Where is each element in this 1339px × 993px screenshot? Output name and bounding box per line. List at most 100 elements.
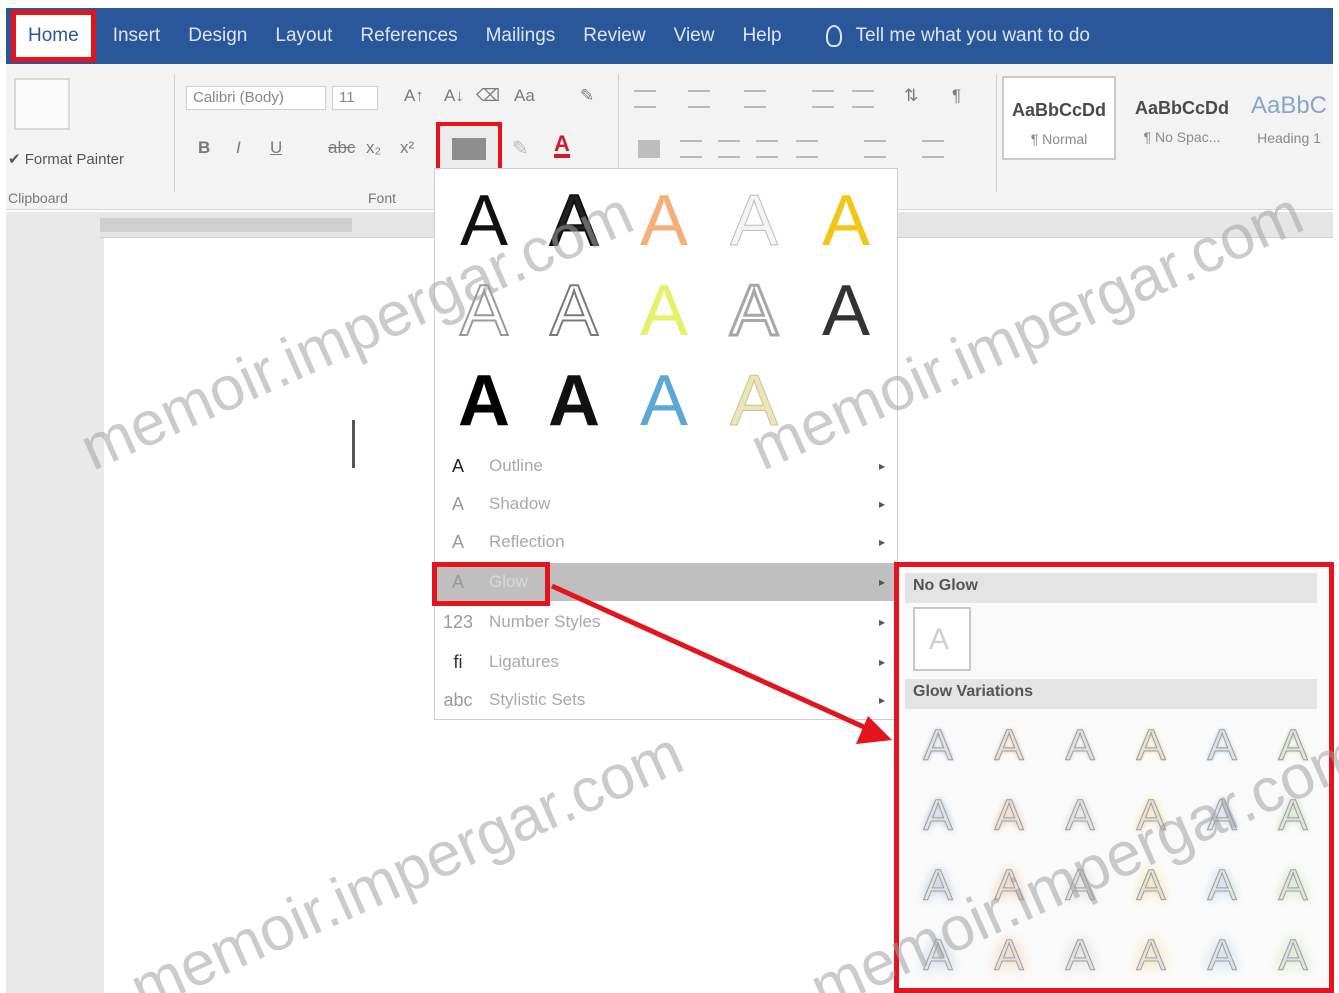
multilevel-list-icon[interactable] [744, 90, 766, 108]
effect-style-fill-blue[interactable]: A [629, 357, 699, 445]
tab-design[interactable]: Design [174, 8, 261, 64]
italic-icon[interactable]: I [236, 138, 241, 158]
glow-variation-option[interactable]: A [1051, 925, 1109, 987]
glow-variation-option[interactable]: A [909, 785, 967, 847]
ribbon-tabs: Home Insert Design Layout References Mai… [6, 8, 1090, 64]
menu-item-label: Number Styles [489, 612, 601, 631]
chevron-right-icon: ▸ [878, 497, 885, 511]
menu-item-ligatures[interactable]: fi Ligatures ▸ [435, 643, 897, 681]
bullets-icon[interactable] [634, 90, 656, 108]
tab-mailings[interactable]: Mailings [472, 8, 570, 64]
glow-variation-option[interactable]: A [909, 715, 967, 777]
font-color-icon[interactable]: A [554, 133, 570, 158]
glow-variation-option[interactable]: A [1264, 855, 1322, 917]
shadow-icon: A [451, 493, 464, 514]
glow-variation-option[interactable]: A [1122, 925, 1180, 987]
text-effects-icon [452, 138, 486, 160]
pilcrow-icon[interactable]: ¶ [952, 86, 961, 106]
number-styles-icon: 123 [443, 611, 474, 632]
glow-highlight-box [432, 562, 550, 606]
highlight-icon[interactable]: ✎ [512, 136, 529, 161]
align-right-icon[interactable] [718, 140, 740, 158]
style-name: ¶ No Spac... [1143, 129, 1221, 145]
justify-icon[interactable] [756, 140, 778, 158]
tab-help[interactable]: Help [728, 8, 795, 64]
tab-home[interactable]: Home [11, 10, 96, 62]
align-left-icon[interactable] [638, 140, 660, 158]
tell-me-text: Tell me what you want to do [855, 25, 1090, 46]
tell-me-search[interactable]: Tell me what you want to do [825, 25, 1090, 47]
effect-style-fill-dark[interactable]: A [811, 267, 881, 355]
style-heading-1[interactable]: AaBbC Heading 1 [1246, 76, 1332, 160]
tab-review[interactable]: Review [569, 8, 659, 64]
chevron-right-icon: ▸ [878, 459, 885, 473]
align-center-icon[interactable] [680, 140, 702, 158]
glow-variation-option[interactable]: A [1193, 925, 1251, 987]
underline-icon[interactable]: U [270, 138, 282, 158]
style-sample: AaBbCcDd [1134, 98, 1229, 118]
clear-all-formatting-icon[interactable]: ✎ [580, 86, 594, 106]
style-name: Heading 1 [1257, 130, 1321, 146]
menu-item-number-styles[interactable]: 123 Number Styles ▸ [435, 603, 897, 641]
font-name-box[interactable]: Calibri (Body) [186, 86, 326, 110]
glow-variation-option[interactable]: A [1193, 855, 1251, 917]
borders-icon[interactable] [922, 140, 944, 158]
line-spacing-icon[interactable] [796, 140, 818, 158]
tab-view[interactable]: View [660, 8, 729, 64]
shading-icon[interactable] [864, 140, 886, 158]
tab-references[interactable]: References [346, 8, 471, 64]
menu-item-stylistic-sets[interactable]: abc Stylistic Sets ▸ [435, 681, 897, 719]
numbering-icon[interactable] [688, 90, 710, 108]
navigation-gutter [6, 212, 104, 993]
glow-variation-option[interactable]: A [1122, 715, 1180, 777]
menu-item-label: Outline [489, 456, 543, 475]
change-case-icon[interactable]: Aa [514, 86, 535, 106]
stylistic-sets-icon: abc [443, 689, 473, 710]
menu-item-label: Reflection [489, 532, 565, 551]
effect-style-fill-orange[interactable]: A [629, 177, 699, 265]
glow-variations-header: Glow Variations [905, 679, 1317, 709]
format-painter-button[interactable]: ✔ Format Painter [8, 150, 124, 168]
group-separator [174, 74, 175, 192]
style-normal[interactable]: AaBbCcDd ¶ Normal [1002, 76, 1116, 160]
shrink-font-icon[interactable]: A↓ [444, 86, 464, 106]
paste-button[interactable] [14, 78, 70, 130]
clear-format-icon[interactable]: ⌫ [476, 86, 500, 106]
effect-style-fill-white[interactable]: A [719, 177, 789, 265]
effect-style-fill-gold[interactable]: A [811, 177, 881, 265]
sort-icon[interactable]: ⇅ [904, 86, 918, 106]
tab-insert[interactable]: Insert [99, 8, 175, 64]
glow-variation-option[interactable]: A [980, 715, 1038, 777]
subscript-icon[interactable]: x₂ [366, 138, 381, 158]
chevron-right-icon: ▸ [878, 575, 885, 589]
decrease-indent-icon[interactable] [812, 90, 834, 108]
glow-variation-option[interactable]: A [1264, 925, 1322, 987]
effect-style-bold-shadow[interactable]: A [539, 357, 609, 445]
font-size-box[interactable]: 11 [332, 86, 378, 110]
effect-style-bold-black[interactable]: A [449, 357, 519, 445]
glow-variation-option[interactable]: A [1051, 715, 1109, 777]
menu-item-label: Shadow [489, 494, 551, 513]
effect-style-fill-lime[interactable]: A [629, 267, 699, 355]
chevron-right-icon: ▸ [878, 615, 885, 629]
style-no-spacing[interactable]: AaBbCcDd ¶ No Spac... [1124, 76, 1240, 160]
effect-style-double-outline[interactable]: A [719, 267, 789, 355]
glow-variation-option[interactable]: A [980, 785, 1038, 847]
bold-icon[interactable]: B [198, 138, 210, 158]
grow-font-icon[interactable]: A↑ [404, 86, 424, 106]
ligatures-icon: fi [453, 651, 463, 672]
text-effects-button[interactable] [436, 122, 502, 174]
menu-item-reflection[interactable]: A Reflection ▸ [435, 523, 897, 561]
strikethrough-icon[interactable]: abc [328, 138, 355, 158]
menu-item-shadow[interactable]: A Shadow ▸ [435, 485, 897, 523]
font-group-label: Font [368, 190, 397, 206]
menu-item-label: Stylistic Sets [489, 690, 586, 709]
outline-icon: A [451, 455, 464, 476]
chevron-right-icon: ▸ [878, 655, 885, 669]
tab-layout[interactable]: Layout [261, 8, 346, 64]
lightbulb-icon [825, 25, 842, 47]
reflection-icon: A [451, 531, 464, 552]
increase-indent-icon[interactable] [852, 90, 874, 108]
superscript-icon[interactable]: x² [400, 138, 414, 158]
no-glow-option[interactable]: A [913, 607, 971, 671]
